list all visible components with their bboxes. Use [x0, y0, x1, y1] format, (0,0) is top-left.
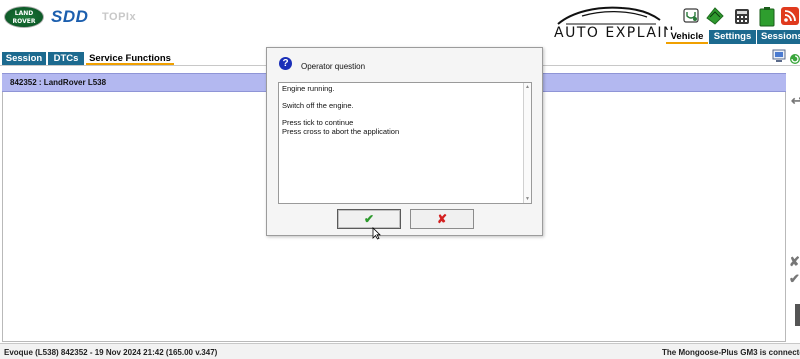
- tab-service-functions[interactable]: Service Functions: [86, 52, 174, 65]
- status-vehicle-info: Evoque (L538) 842352 - 19 Nov 2024 21:42…: [4, 348, 218, 357]
- tab-settings[interactable]: Settings: [709, 30, 756, 44]
- message-line: Press cross to abort the application: [282, 126, 400, 136]
- status-bar: Evoque (L538) 842352 - 19 Nov 2024 21:42…: [0, 343, 800, 359]
- brand-text: AUTO EXPLAIN: [554, 25, 676, 41]
- question-icon: ?: [279, 57, 292, 70]
- top-header: LAND ROVER SDD TOPIx AUTO EXPLAIN Vehicl…: [0, 0, 800, 44]
- message-line: Switch off the engine.: [282, 101, 354, 110]
- abort-cross-button[interactable]: ✘: [410, 209, 474, 229]
- tab-dtcs[interactable]: DTCs: [48, 52, 84, 65]
- tab-vehicle[interactable]: Vehicle: [666, 30, 708, 44]
- message-line: Engine running.: [282, 84, 335, 93]
- sdd-logo: SDD: [51, 7, 89, 26]
- tab-session[interactable]: Session: [2, 52, 46, 65]
- battery-icon[interactable]: [757, 6, 777, 27]
- calculator-icon[interactable]: [732, 6, 752, 26]
- message-scrollbar[interactable]: ▲ ▼: [523, 83, 531, 203]
- tab-sessions[interactable]: Sessions: [757, 30, 800, 44]
- dialog-title: Operator question: [301, 62, 366, 71]
- mouse-cursor-icon: [372, 227, 381, 245]
- side-panel-handle[interactable]: [795, 304, 800, 326]
- scroll-up-icon[interactable]: ▲: [525, 84, 530, 90]
- refresh-icon[interactable]: [789, 52, 800, 70]
- stethoscope-icon[interactable]: [681, 6, 701, 26]
- side-tick-icon[interactable]: ✔: [789, 271, 800, 287]
- auto-explain-watermark: AUTO EXPLAIN: [552, 2, 674, 42]
- computer-icon[interactable]: [771, 48, 787, 69]
- side-arrow-icon[interactable]: ↩: [791, 93, 800, 109]
- land-rover-logo: LAND ROVER: [4, 6, 44, 28]
- network-icon[interactable]: [705, 6, 725, 26]
- scroll-down-icon[interactable]: ▼: [525, 196, 530, 202]
- operator-question-dialog: ? Operator question Engine running. Swit…: [266, 47, 543, 236]
- status-connection: The Mongoose-Plus GM3 is connected: [662, 348, 800, 357]
- continue-tick-button[interactable]: ✔: [337, 209, 401, 229]
- dialog-message-box[interactable]: Engine running. Switch off the engine. P…: [278, 82, 532, 204]
- side-cross-icon[interactable]: ✘: [789, 254, 800, 270]
- session-label: 842352 : LandRover L538: [10, 78, 107, 87]
- topix-logo[interactable]: TOPIx: [102, 11, 136, 23]
- wifi-icon[interactable]: [780, 6, 800, 26]
